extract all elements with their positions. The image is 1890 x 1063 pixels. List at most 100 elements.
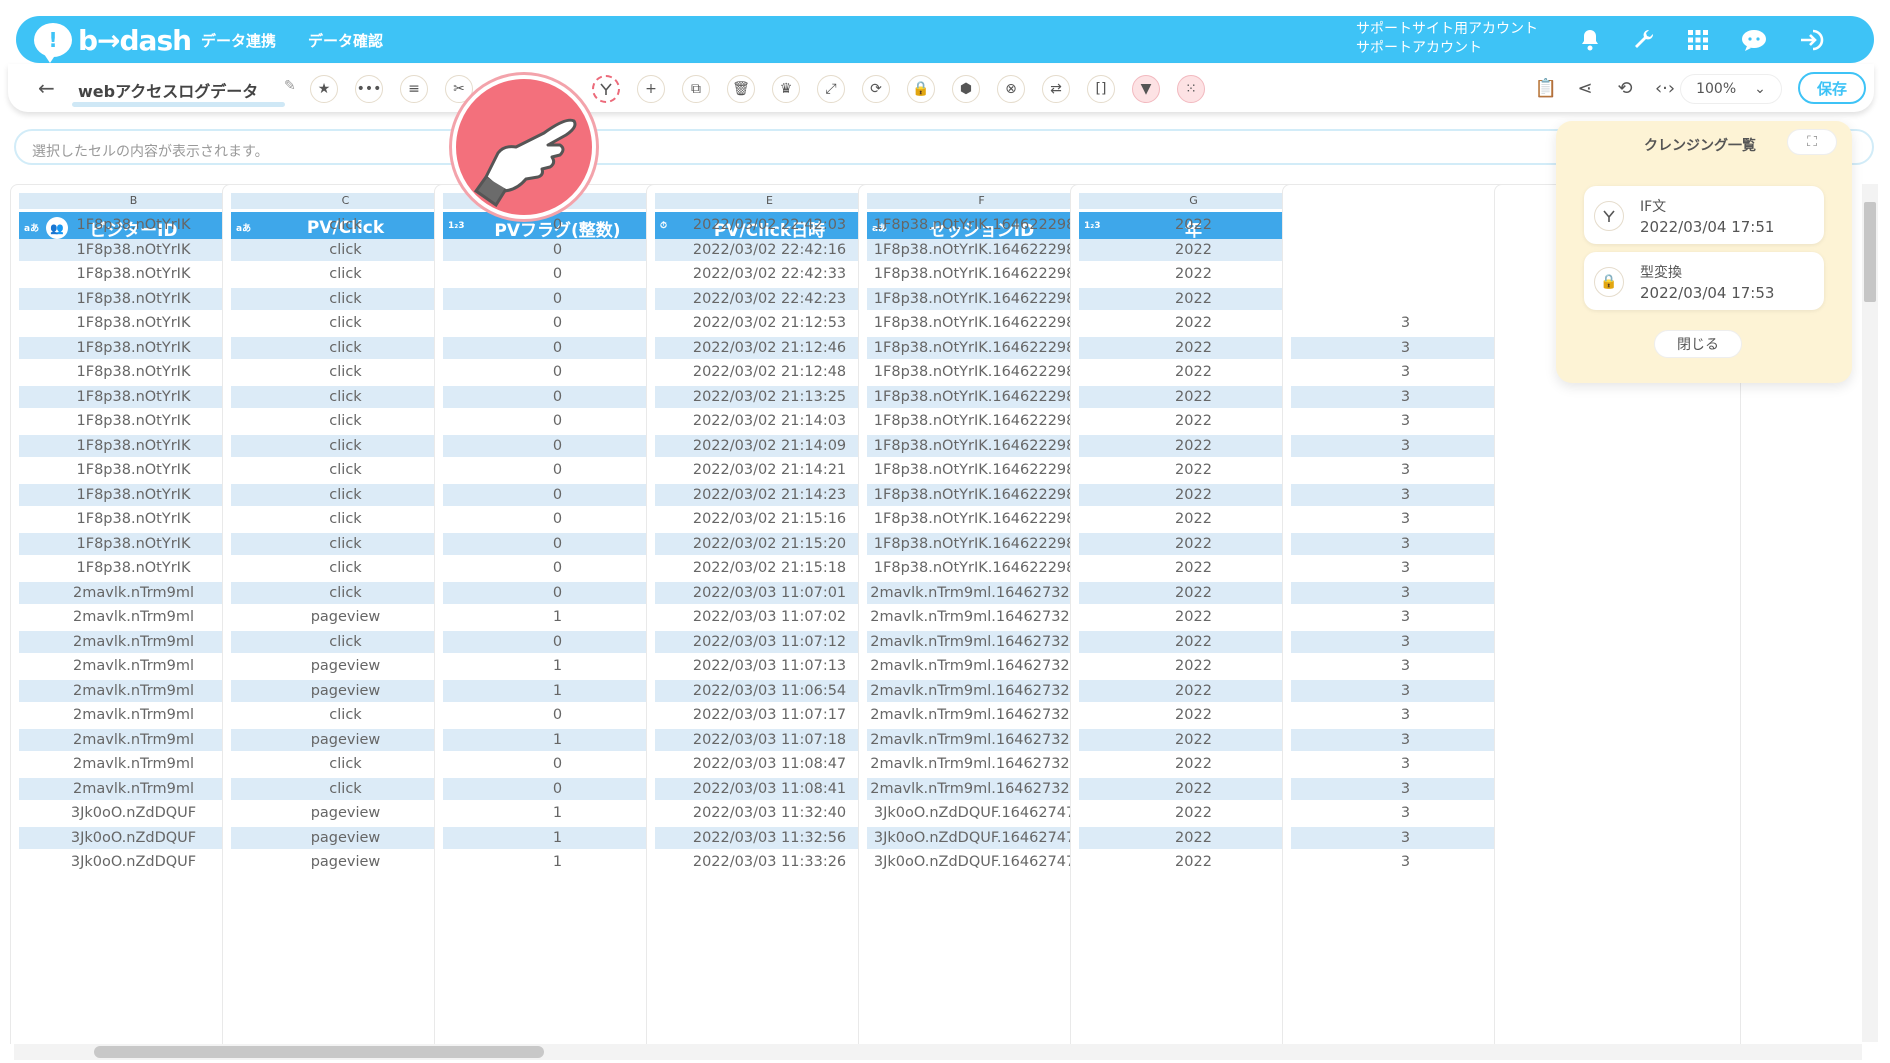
table-cell[interactable]: 0 [443,630,672,653]
table-cell[interactable]: 2mavlk.nTrm9ml [19,777,248,800]
table-cell[interactable]: click [231,704,460,726]
table-cell[interactable]: 2mavlk.nTrm9ml [19,606,248,628]
table-cell[interactable]: 2mavlk.nTrm9ml.164627321... [867,777,1096,800]
table-cell[interactable]: 2022 [1079,434,1308,457]
table-cell[interactable]: 0 [443,753,672,775]
table-cell[interactable]: 2mavlk.nTrm9ml.164627321... [867,728,1096,751]
type-lock-icon[interactable]: 🔒 [907,75,935,103]
table-cell[interactable]: click [231,581,460,604]
zoom-select[interactable]: 100% ⌄ [1680,74,1782,104]
table-cell[interactable]: 0 [443,336,672,359]
table-cell[interactable]: 1 [443,728,672,751]
table-cell[interactable]: 1F8p38.nOtYrIK.164622298... [867,312,1096,334]
table-cell[interactable]: 2022 [1079,312,1308,334]
table-cell[interactable]: 3 [1291,655,1520,677]
table-cell[interactable]: 1F8p38.nOtYrIK [19,336,248,359]
table-cell[interactable]: 2022 [1079,483,1308,506]
table-cell[interactable]: 2mavlk.nTrm9ml [19,728,248,751]
table-cell[interactable]: 2022/03/03 11:07:13 [655,655,884,677]
table-cell[interactable]: 0 [443,434,672,457]
table-cell[interactable]: 2022 [1079,826,1308,849]
restore-icon[interactable]: ⟲ [1612,75,1638,101]
table-cell[interactable]: 2022/03/03 11:07:02 [655,606,884,628]
table-cell[interactable]: 1F8p38.nOtYrIK [19,508,248,530]
table-cell[interactable]: 2022 [1079,753,1308,775]
refresh-icon[interactable]: ⟳ [862,75,890,103]
table-cell[interactable]: 2022/03/02 21:14:21 [655,459,884,481]
table-cell[interactable]: 0 [443,777,672,800]
table-cell[interactable]: 1F8p38.nOtYrIK [19,410,248,432]
table-cell[interactable]: pageview [231,851,460,873]
column-letter[interactable]: G [1079,193,1308,209]
delete-icon[interactable]: 🗑 [727,75,755,103]
table-cell[interactable]: click [231,630,460,653]
table-cell[interactable]: click [231,483,460,506]
add-icon[interactable]: + [637,75,665,103]
more-icon[interactable]: ••• [355,75,383,103]
table-cell[interactable]: 2mavlk.nTrm9ml.164627321... [867,679,1096,702]
table-cell[interactable]: 2022/03/03 11:32:56 [655,826,884,849]
table-cell[interactable]: pageview [231,728,460,751]
table-cell[interactable]: 2022/03/03 11:33:26 [655,851,884,873]
table-cell[interactable]: 0 [443,410,672,432]
table-cell[interactable]: click [231,263,460,285]
table-cell[interactable]: 3 [1291,508,1520,530]
table-cell[interactable]: 2022 [1079,630,1308,653]
table-cell[interactable]: 2mavlk.nTrm9ml.164627321... [867,606,1096,628]
account-info[interactable]: サポートサイト用アカウント サポートアカウント [1356,20,1538,58]
table-cell[interactable]: 1F8p38.nOtYrIK [19,238,248,261]
table-cell[interactable]: 0 [443,459,672,481]
table-cell[interactable]: pageview [231,802,460,824]
table-cell[interactable]: 1F8p38.nOtYrIK.164622298... [867,532,1096,555]
table-cell[interactable]: 1F8p38.nOtYrIK.164622298... [867,336,1096,359]
logo[interactable]: ! b→dash [34,22,192,63]
table-cell[interactable]: click [231,508,460,530]
table-cell[interactable]: 2022 [1079,557,1308,579]
logout-icon[interactable] [1798,26,1826,54]
table-cell[interactable]: 0 [443,508,672,530]
table-cell[interactable]: 2022 [1079,777,1308,800]
table-cell[interactable]: click [231,361,460,383]
bracket-icon[interactable]: [] [1087,75,1115,103]
table-cell[interactable]: 2022 [1079,385,1308,408]
transform-icon[interactable]: ⇄ [1042,75,1070,103]
table-cell[interactable]: 2022 [1079,851,1308,873]
table-cell[interactable]: 1F8p38.nOtYrIK.164622298... [867,483,1096,506]
table-cell[interactable]: 0 [443,704,672,726]
table-cell[interactable]: 3 [1291,728,1520,751]
table-cell[interactable]: 0 [443,557,672,579]
table-cell[interactable]: 2mavlk.nTrm9ml.164627321... [867,655,1096,677]
table-cell[interactable]: 2mavlk.nTrm9ml [19,753,248,775]
table-cell[interactable]: 2022 [1079,287,1308,310]
column-letter[interactable]: E [655,193,884,209]
table-cell[interactable]: 2mavlk.nTrm9ml [19,581,248,604]
table-cell[interactable]: click [231,753,460,775]
table-cell[interactable]: click [231,777,460,800]
table-cell[interactable]: 0 [443,581,672,604]
copy-icon[interactable]: ⧉ [682,75,710,103]
table-cell[interactable]: 3 [1291,679,1520,702]
table-cell[interactable]: 2mavlk.nTrm9ml.164627321... [867,630,1096,653]
horizontal-scroll-thumb[interactable] [94,1046,544,1058]
table-cell[interactable]: 2mavlk.nTrm9ml [19,704,248,726]
table-cell[interactable]: 2022/03/02 22:42:16 [655,238,884,261]
table-cell[interactable]: 2022/03/02 21:14:23 [655,483,884,506]
table-cell[interactable]: 2022/03/02 22:42:03 [655,214,884,236]
table-cell[interactable]: 1F8p38.nOtYrIK.164622298... [867,385,1096,408]
table-cell[interactable]: 1F8p38.nOtYrIK [19,459,248,481]
table-cell[interactable]: 2022/03/02 21:13:25 [655,385,884,408]
table-cell[interactable]: 1F8p38.nOtYrIK [19,312,248,334]
table-cell[interactable]: click [231,410,460,432]
table-cell[interactable]: 2mavlk.nTrm9ml.164627321... [867,581,1096,604]
table-cell[interactable]: 3Jk0oO.nZdDQUF.16462747... [867,851,1096,873]
table-cell[interactable]: 1F8p38.nOtYrIK.164622298... [867,410,1096,432]
table-cell[interactable]: 2022 [1079,704,1308,726]
table-cell[interactable]: 2022 [1079,336,1308,359]
table-cell[interactable]: 1 [443,802,672,824]
list-icon[interactable]: ≡ [400,75,428,103]
bell-icon[interactable] [1576,26,1604,54]
table-cell[interactable]: 3Jk0oO.nZdDQUF [19,802,248,824]
table-cell[interactable]: click [231,214,460,236]
table-cell[interactable]: 2022/03/02 21:14:09 [655,434,884,457]
wrench-icon[interactable] [1630,26,1658,54]
